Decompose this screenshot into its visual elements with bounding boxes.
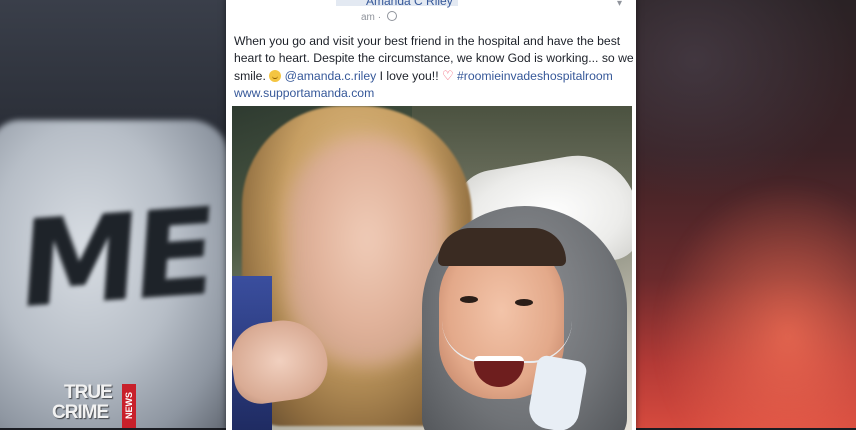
social-post-card: Amanda C Riley am · ▾ When you go and vi… (226, 0, 636, 430)
photo-eye-left (460, 296, 478, 303)
post-photo[interactable] (232, 106, 632, 430)
post-text-love: I love you!! (376, 69, 439, 83)
author-name-link[interactable]: Amanda C Riley (366, 0, 453, 8)
website-link[interactable]: www.supportamanda.com (234, 86, 374, 100)
background-left-panel: ME (0, 0, 230, 428)
post-meta: am · (361, 11, 397, 23)
logo-news-tag: NEWS (122, 384, 136, 428)
post-timestamp[interactable]: am (361, 12, 375, 23)
background-shirt-text: ME (14, 183, 215, 336)
chevron-down-icon[interactable]: ▾ (617, 0, 622, 9)
smile-icon (269, 70, 282, 82)
hashtag-link[interactable]: #roomieinvadeshospitalroom (457, 69, 613, 83)
background-red-glow (656, 180, 856, 428)
post-header: Amanda C Riley am · ▾ (226, 0, 636, 24)
logo-line-crime: CRIME (52, 402, 109, 423)
globe-icon (386, 11, 397, 21)
true-crime-news-logo: TRUE CRIME NEWS (52, 380, 142, 428)
photo-eye-right (515, 299, 533, 306)
post-text: When you go and visit your best friend i… (234, 33, 634, 102)
mention-link[interactable]: @amanda.c.riley (285, 69, 377, 83)
heart-icon: ♡ (441, 68, 454, 83)
background-shadow (626, 0, 856, 200)
logo-line-true: TRUE (64, 382, 113, 403)
photo-dark-hair (438, 228, 566, 266)
background-right-panel (626, 0, 856, 428)
